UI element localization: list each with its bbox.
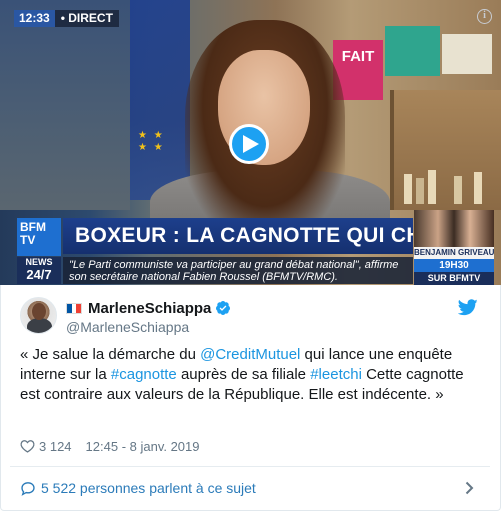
heart-icon[interactable] [20, 439, 35, 453]
news-block: NEWS 24/7 [17, 257, 61, 284]
live-badge: 12:33 • DIRECT [14, 10, 119, 27]
news-ticker: "Le Parti communiste va participer au gr… [63, 257, 413, 284]
program-promo: BENJAMIN GRIVEAUX 19H30 SUR BFMTV [414, 210, 494, 285]
wall-poster-teal [385, 26, 440, 76]
promo-name: BENJAMIN GRIVEAUX [414, 247, 494, 259]
eu-flag [130, 0, 190, 200]
ticker-line-2: son secrétaire national Fabien Roussel (… [69, 271, 338, 283]
hashtag-link[interactable]: #leetchi [310, 366, 362, 383]
flag-fr-icon [66, 302, 82, 314]
info-icon[interactable]: i [477, 9, 492, 24]
tweet-text-part-1: « Je salue la démarche du [20, 346, 201, 363]
background-wall [0, 0, 130, 210]
promo-photo [414, 210, 494, 247]
promo-time: 19H30 [414, 259, 494, 272]
tweet-text: « Je salue la démarche du @CreditMutuel … [20, 345, 485, 405]
ticker-line-1: "Le Parti communiste va participer au gr… [69, 259, 399, 271]
author-name-line[interactable]: MarleneSchiappa [66, 299, 231, 317]
wall-poster-light [442, 34, 492, 74]
hashtag-link[interactable]: #cagnotte [111, 366, 177, 383]
tweet-timestamp[interactable]: 12:45 - 8 janv. 2019 [86, 439, 200, 454]
like-count[interactable]: 3 124 [39, 439, 72, 454]
display-name[interactable]: MarleneSchiappa [88, 300, 211, 317]
twitter-bird-icon[interactable] [458, 299, 478, 316]
news-hours: 24/7 [26, 267, 52, 282]
mention-link[interactable]: @CreditMutuel [200, 346, 300, 363]
play-icon [242, 135, 259, 153]
broadcast-time: 12:33 [14, 10, 55, 27]
video-player[interactable]: ★ ★ ★ ★ FAIT 12:33 • DIRECT i BFM TV BOXE… [0, 0, 501, 285]
play-button[interactable] [229, 124, 269, 164]
chevron-right-icon [465, 481, 474, 495]
headline-bar: BOXEUR : LA CAGNOTTE QUI CHOQUE [63, 218, 413, 254]
tweet-text-part-3: auprès de sa filiale [176, 366, 311, 383]
verified-icon [216, 301, 231, 315]
avatar[interactable] [20, 297, 57, 334]
promo-channel: SUR BFMTV [414, 272, 494, 285]
handle[interactable]: @MarleneSchiappa [66, 319, 189, 335]
eu-flag-stars: ★ ★ ★ ★ [138, 130, 165, 153]
lower-third: BFM TV BOXEUR : LA CAGNOTTE QUI CHOQUE N… [0, 210, 501, 285]
conversation-link[interactable]: 5 522 personnes parlent à ce sujet [10, 467, 490, 509]
live-label: • DIRECT [54, 10, 119, 27]
bookshelf [390, 90, 501, 210]
chat-bubble-icon [21, 481, 35, 496]
tweet-header: MarleneSchiappa @MarleneSchiappa [0, 285, 501, 345]
tweet-meta: 3 124 12:45 - 8 janv. 2019 [20, 437, 200, 455]
bfmtv-logo: BFM TV [17, 218, 61, 256]
conversation-label: 5 522 personnes parlent à ce sujet [41, 480, 256, 496]
